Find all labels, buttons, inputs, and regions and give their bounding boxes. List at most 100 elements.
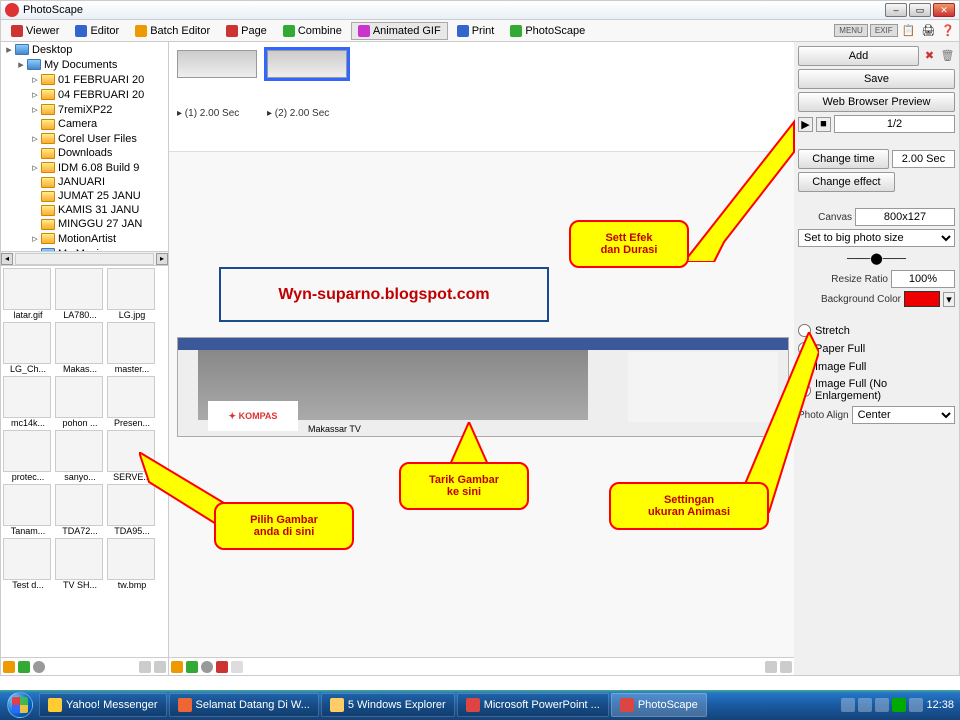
app-icon	[5, 3, 19, 17]
start-button[interactable]	[2, 690, 38, 720]
thumbnail[interactable]: latar.gif	[3, 268, 53, 320]
thumbnail[interactable]: LG_Ch...	[3, 322, 53, 374]
thumbnail[interactable]: pohon ...	[55, 376, 105, 428]
status-icon[interactable]	[3, 661, 15, 673]
tree-node[interactable]: JUMAT 25 JANU	[1, 189, 168, 203]
tab-print[interactable]: Print	[450, 22, 502, 40]
status-icon[interactable]	[231, 661, 243, 673]
thumbnail[interactable]: mc14k...	[3, 376, 53, 428]
status-icon[interactable]	[139, 661, 151, 673]
thumbnail[interactable]: Makas...	[55, 322, 105, 374]
tab-viewer[interactable]: Viewer	[4, 22, 66, 40]
folder-tree[interactable]: ▸Desktop▸My Documents▹01 FEBRUARI 20▹04 …	[1, 42, 168, 252]
toolbar-icon[interactable]: 🖨	[921, 24, 935, 37]
tree-scrollbar[interactable]: ◂▸	[1, 252, 168, 266]
tree-node[interactable]: ▹MotionArtist	[1, 231, 168, 246]
tray-icon[interactable]	[875, 698, 889, 712]
tree-node[interactable]: MINGGU 27 JAN	[1, 217, 168, 231]
taskbar-item[interactable]: Microsoft PowerPoint ...	[457, 693, 609, 717]
delete-frame-icon[interactable]	[216, 661, 228, 673]
taskbar-item[interactable]: 5 Windows Explorer	[321, 693, 455, 717]
canvas-area[interactable]: Wyn-suparno.blogspot.com ✦ KOMPAS Makass…	[169, 152, 794, 657]
thumbnail[interactable]: protec...	[3, 430, 53, 482]
status-icon[interactable]	[186, 661, 198, 673]
frame-thumb[interactable]	[267, 50, 347, 78]
refresh-icon[interactable]	[33, 661, 45, 673]
tree-node[interactable]: ▸My Documents	[1, 57, 168, 72]
status-icon[interactable]	[154, 661, 166, 673]
toolbar-icon[interactable]: 📋	[902, 24, 916, 37]
taskbar-item[interactable]: PhotoScape	[611, 693, 707, 717]
trash-icon[interactable]: 🗑	[940, 49, 955, 64]
tree-node[interactable]: ▹04 FEBRUARI 20	[1, 87, 168, 102]
stop-icon[interactable]: ■	[816, 117, 831, 132]
tree-node[interactable]: Downloads	[1, 146, 168, 160]
thumbnail[interactable]: master...	[107, 322, 157, 374]
thumbnail[interactable]: TDA95...	[107, 484, 157, 536]
tray-icon[interactable]	[909, 698, 923, 712]
clock[interactable]: 12:38	[926, 699, 954, 711]
tab-photoscape[interactable]: PhotoScape	[503, 22, 592, 40]
dropdown-icon[interactable]: ▾	[943, 292, 955, 307]
tab-editor[interactable]: Editor	[68, 22, 126, 40]
thumbnail[interactable]: sanyo...	[55, 430, 105, 482]
tray-icon[interactable]	[841, 698, 855, 712]
thumbnail[interactable]: TDA72...	[55, 484, 105, 536]
center-status	[169, 657, 794, 675]
tray-icon[interactable]	[858, 698, 872, 712]
size-slider[interactable]: ───⬤───	[798, 250, 955, 267]
play-icon[interactable]: ▶	[798, 117, 813, 132]
tree-node[interactable]: ▹Corel User Files	[1, 131, 168, 146]
thumbnail[interactable]: tw.bmp	[107, 538, 157, 590]
toolbar-icon[interactable]: ❓	[941, 24, 955, 37]
tab-page[interactable]: Page	[219, 22, 274, 40]
status-icon[interactable]	[18, 661, 30, 673]
tree-node[interactable]: ▹7remiXP22	[1, 102, 168, 117]
thumbnail[interactable]: Tanam...	[3, 484, 53, 536]
tree-node[interactable]: JANUARI	[1, 175, 168, 189]
tab-combine[interactable]: Combine	[276, 22, 349, 40]
radio-image-full[interactable]: Image Full	[798, 359, 955, 374]
move-right-icon[interactable]	[780, 661, 792, 673]
change-time-button[interactable]: Change time	[798, 149, 889, 169]
thumbnail[interactable]: TV SH...	[55, 538, 105, 590]
refresh-icon[interactable]	[201, 661, 213, 673]
thumbnail[interactable]: SERVE...	[107, 430, 157, 482]
tree-node[interactable]: ▹01 FEBRUARI 20	[1, 72, 168, 87]
status-icon[interactable]	[171, 661, 183, 673]
toolbar-menu[interactable]: MENU	[834, 24, 868, 37]
close-button[interactable]: ✕	[933, 3, 955, 17]
move-left-icon[interactable]	[765, 661, 777, 673]
radio-stretch[interactable]: Stretch	[798, 323, 955, 338]
frame-thumb[interactable]	[177, 50, 257, 78]
maximize-button[interactable]: ▭	[909, 3, 931, 17]
delete-icon[interactable]: ✖	[922, 49, 937, 64]
thumbnail[interactable]: LA780...	[55, 268, 105, 320]
tab-batch-editor[interactable]: Batch Editor	[128, 22, 217, 40]
radio-paper-full[interactable]: Paper Full	[798, 341, 955, 356]
tree-node[interactable]: ▸Desktop	[1, 42, 168, 57]
add-button[interactable]: Add	[798, 46, 919, 66]
tray-icon[interactable]	[892, 698, 906, 712]
bg-color-picker[interactable]	[904, 291, 940, 307]
thumbnail[interactable]: Presen...	[107, 376, 157, 428]
tree-node[interactable]: Camera	[1, 117, 168, 131]
tree-node[interactable]: KAMIS 31 JANU	[1, 203, 168, 217]
web-preview-button[interactable]: Web Browser Preview	[798, 92, 955, 112]
taskbar-item[interactable]: Selamat Datang Di W...	[169, 693, 319, 717]
radio-image-full-no-enlarge[interactable]: Image Full (No Enlargement)	[798, 377, 955, 403]
minimize-button[interactable]: –	[885, 3, 907, 17]
tab-animated-gif[interactable]: Animated GIF	[351, 22, 448, 40]
thumbnail[interactable]: LG.jpg	[107, 268, 157, 320]
save-button[interactable]: Save	[798, 69, 955, 89]
thumbnail-grid[interactable]: latar.gifLA780...LG.jpg LG_Ch...Makas...m…	[1, 266, 168, 657]
system-tray[interactable]: 12:38	[841, 698, 958, 712]
taskbar-item[interactable]: Yahoo! Messenger	[39, 693, 167, 717]
toolbar-exif[interactable]: EXIF	[870, 24, 898, 37]
tree-node[interactable]: ▹IDM 6.08 Build 9	[1, 160, 168, 175]
bg-color-label: Background Color	[798, 294, 901, 305]
change-effect-button[interactable]: Change effect	[798, 172, 895, 192]
photo-align-select[interactable]: Center	[852, 406, 955, 424]
fit-select[interactable]: Set to big photo size	[798, 229, 955, 247]
thumbnail[interactable]: Test d...	[3, 538, 53, 590]
